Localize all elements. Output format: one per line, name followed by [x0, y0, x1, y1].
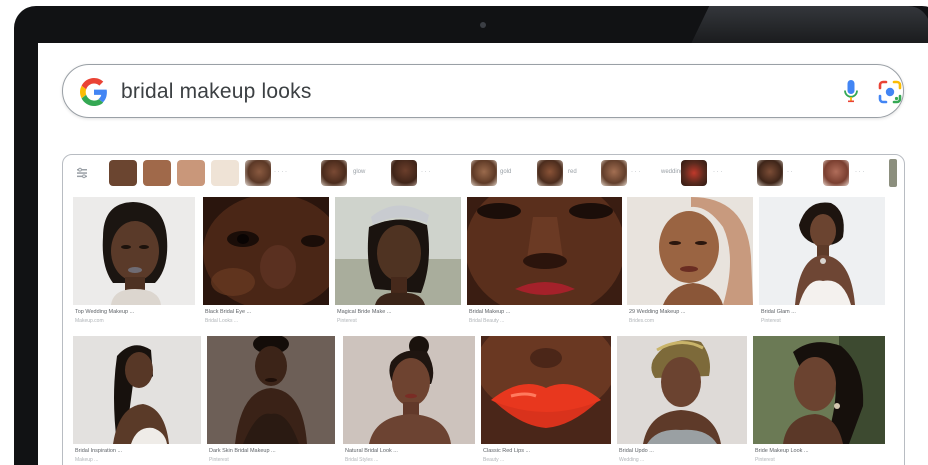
result-caption: Bridal Makeup ...: [469, 309, 511, 315]
chip-label: · · ·: [421, 169, 431, 175]
result-caption: Classic Red Lips ...: [483, 448, 531, 454]
chip-thumbnail[interactable]: [391, 160, 417, 186]
chip-color-swatch[interactable]: [143, 160, 171, 186]
image-results-panel: · · · · glow · · · gold red · · · weddin…: [62, 154, 905, 465]
result-source: Pinterest: [337, 318, 357, 324]
result-caption: Bride Makeup Look ...: [755, 448, 809, 454]
result-source: Bridal Styles ...: [345, 457, 379, 463]
image-result[interactable]: Dark Skin Bridal Makeup ... Pinterest: [207, 336, 335, 465]
image-result[interactable]: Black Bridal Eye ... Bridal Looks ...: [203, 197, 329, 332]
result-source: Makeup.com: [75, 318, 104, 324]
result-thumbnail: [343, 336, 475, 444]
result-source: Makeup ...: [75, 457, 99, 463]
chip-thumbnail[interactable]: [823, 160, 849, 186]
result-thumbnail: [617, 336, 747, 444]
google-lens-icon[interactable]: [877, 79, 903, 105]
chip-label: · · ·: [855, 169, 865, 175]
chip-thumbnail[interactable]: [537, 160, 563, 186]
image-result[interactable]: Magical Bride Make ... Pinterest: [335, 197, 461, 332]
result-thumbnail: [467, 197, 622, 305]
image-result[interactable]: Bride Makeup Look ... Pinterest: [753, 336, 885, 465]
image-result[interactable]: 29 Wedding Makeup ... Brides.com: [627, 197, 753, 332]
result-caption: Dark Skin Bridal Makeup ...: [209, 448, 276, 454]
result-caption: Black Bridal Eye ...: [205, 309, 252, 315]
result-thumbnail: [627, 197, 753, 305]
chip-label: · · ·: [631, 169, 641, 175]
chip-label: · ·: [787, 169, 793, 175]
chip-label: wedding: [661, 169, 684, 175]
result-source: Pinterest: [755, 457, 775, 463]
image-result[interactable]: Bridal Makeup ... Bridal Beauty ...: [467, 197, 622, 332]
chip-thumbnail[interactable]: [601, 160, 627, 186]
chip-label: · · ·: [713, 169, 723, 175]
chip-label: red: [568, 169, 577, 175]
result-caption: Natural Bridal Look ...: [345, 448, 398, 454]
google-g-logo-icon: [80, 78, 107, 106]
result-caption: Bridal Updo ...: [619, 448, 654, 454]
result-caption: Bridal Inspiration ...: [75, 448, 123, 454]
chip-thumbnail[interactable]: [321, 160, 347, 186]
result-source: Bridal Looks ...: [205, 318, 239, 324]
chip-thumbnail[interactable]: [681, 160, 707, 186]
result-caption: Top Wedding Makeup ...: [75, 309, 135, 315]
chip-label: · · · ·: [274, 169, 287, 175]
image-result[interactable]: Bridal Inspiration ... Makeup ...: [73, 336, 201, 465]
result-source: Beauty ...: [483, 457, 505, 463]
chip-label: glow: [353, 169, 366, 175]
filter-chips-row: · · · · glow · · · gold red · · · weddin…: [63, 155, 904, 193]
result-thumbnail: [335, 197, 461, 305]
chip-color-swatch[interactable]: [211, 160, 239, 186]
chip-thumbnail[interactable]: [471, 160, 497, 186]
chip-color-swatch[interactable]: [177, 160, 205, 186]
result-thumbnail: [207, 336, 335, 444]
result-thumbnail: [481, 336, 611, 444]
laptop-screen: bridal makeup looks · · · · glow · · · g…: [38, 43, 928, 465]
result-thumbnail: [73, 197, 195, 305]
image-result[interactable]: Bridal Glam ... Pinterest: [759, 197, 885, 332]
microphone-icon[interactable]: [843, 79, 859, 105]
result-thumbnail: [759, 197, 885, 305]
image-result[interactable]: Classic Red Lips ... Beauty ...: [481, 336, 611, 465]
image-result[interactable]: Top Wedding Makeup ... Makeup.com: [73, 197, 195, 332]
result-thumbnail: [753, 336, 885, 444]
result-caption: 29 Wedding Makeup ...: [629, 309, 686, 315]
chip-thumbnail[interactable]: [757, 160, 783, 186]
chip-label: gold: [500, 169, 512, 175]
result-thumbnail: [73, 336, 201, 444]
result-caption: Magical Bride Make ...: [337, 309, 392, 315]
result-source: Brides.com: [629, 318, 655, 324]
result-source: Pinterest: [761, 318, 781, 324]
image-result[interactable]: Bridal Updo ... Wedding ...: [617, 336, 747, 465]
chip-thumbnail[interactable]: [245, 160, 271, 186]
webcam: [480, 22, 486, 28]
result-source: Bridal Beauty ...: [469, 318, 505, 324]
result-caption: Bridal Glam ...: [761, 309, 796, 315]
result-source: Wedding ...: [619, 457, 645, 463]
result-thumbnail: [203, 197, 329, 305]
chip-color-swatch[interactable]: [109, 160, 137, 186]
result-source: Pinterest: [209, 457, 229, 463]
image-result[interactable]: Natural Bridal Look ... Bridal Styles ..…: [343, 336, 475, 465]
filter-icon[interactable]: [75, 166, 89, 180]
chip-scroll-edge[interactable]: [889, 159, 897, 187]
search-query-text[interactable]: bridal makeup looks: [121, 78, 312, 106]
search-bar[interactable]: bridal makeup looks: [62, 64, 904, 118]
bezel-reflection: [690, 6, 928, 46]
